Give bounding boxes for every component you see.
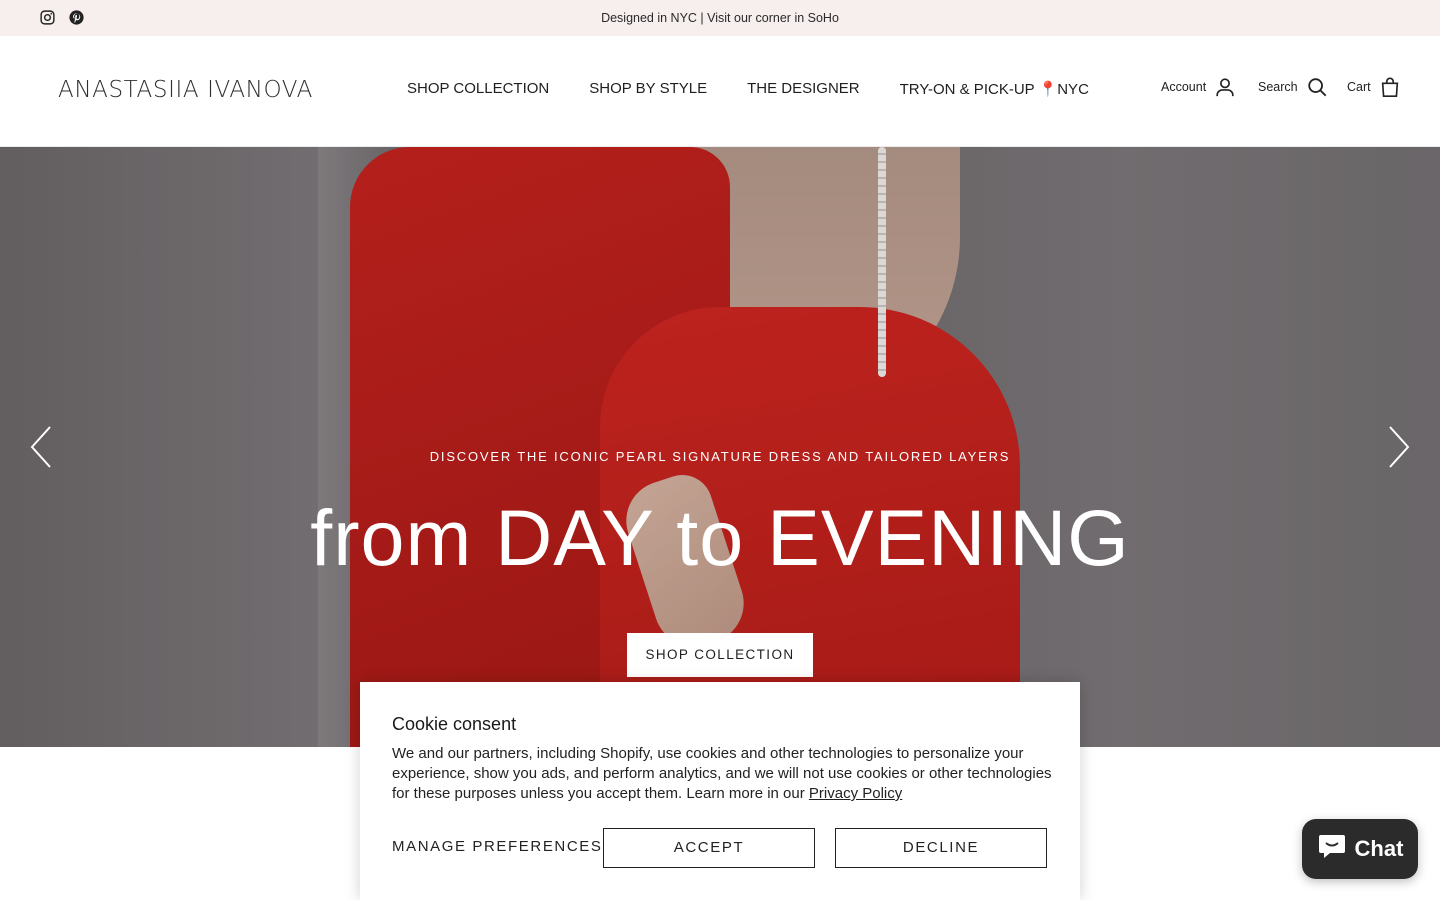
account-link[interactable]: Account	[1161, 76, 1236, 98]
announcement-message[interactable]: Designed in NYC | Visit our corner in So…	[0, 0, 1440, 36]
cookie-body-text: We and our partners, including Shopify, …	[392, 745, 1052, 802]
user-icon	[1214, 76, 1236, 98]
nav-try-on-pickup[interactable]: TRY-ON & PICK-UP 📍NYC	[900, 80, 1089, 98]
nav-the-designer[interactable]: THE DESIGNER	[747, 80, 860, 98]
shopping-bag-icon	[1379, 76, 1401, 98]
privacy-policy-link[interactable]: Privacy Policy	[809, 785, 902, 802]
main-nav: SHOP COLLECTION SHOP BY STYLE THE DESIGN…	[407, 80, 1089, 98]
shopify-chat-button[interactable]: Chat	[1302, 819, 1418, 879]
cart-link[interactable]: Cart	[1347, 76, 1401, 98]
hero-headline: from DAY to EVENING	[310, 493, 1130, 582]
chat-label: Chat	[1354, 836, 1404, 861]
nav-shop-by-style[interactable]: SHOP BY STYLE	[589, 80, 707, 98]
search-label: Search	[1258, 80, 1298, 94]
site-header: ANASTASIIA IVANOVA SHOP COLLECTION SHOP …	[0, 36, 1440, 147]
manage-preferences-button[interactable]: MANAGE PREFERENCES	[392, 838, 603, 855]
hero-shop-collection-button[interactable]: SHOP COLLECTION	[627, 633, 813, 677]
search-link[interactable]: Search	[1258, 76, 1328, 98]
cookie-title: Cookie consent	[392, 714, 517, 734]
decline-button[interactable]: DECLINE	[835, 828, 1047, 868]
cart-label: Cart	[1347, 80, 1371, 94]
nav-shop-collection[interactable]: SHOP COLLECTION	[407, 80, 549, 98]
cookie-consent-banner: Cookie consent We and our partners, incl…	[360, 682, 1080, 900]
hero-kicker: DISCOVER THE ICONIC PEARL SIGNATURE DRES…	[429, 449, 1011, 464]
announcement-bar: Designed in NYC | Visit our corner in So…	[0, 0, 1440, 36]
cookie-body: We and our partners, including Shopify, …	[392, 744, 1052, 804]
accept-button[interactable]: ACCEPT	[603, 828, 815, 868]
chat-bubble-icon	[1317, 832, 1347, 866]
site-logo[interactable]: ANASTASIIA IVANOVA	[58, 77, 313, 103]
account-label: Account	[1161, 80, 1207, 94]
search-icon	[1306, 76, 1328, 98]
hero-slideshow: DISCOVER THE ICONIC PEARL SIGNATURE DRES…	[0, 147, 1440, 747]
